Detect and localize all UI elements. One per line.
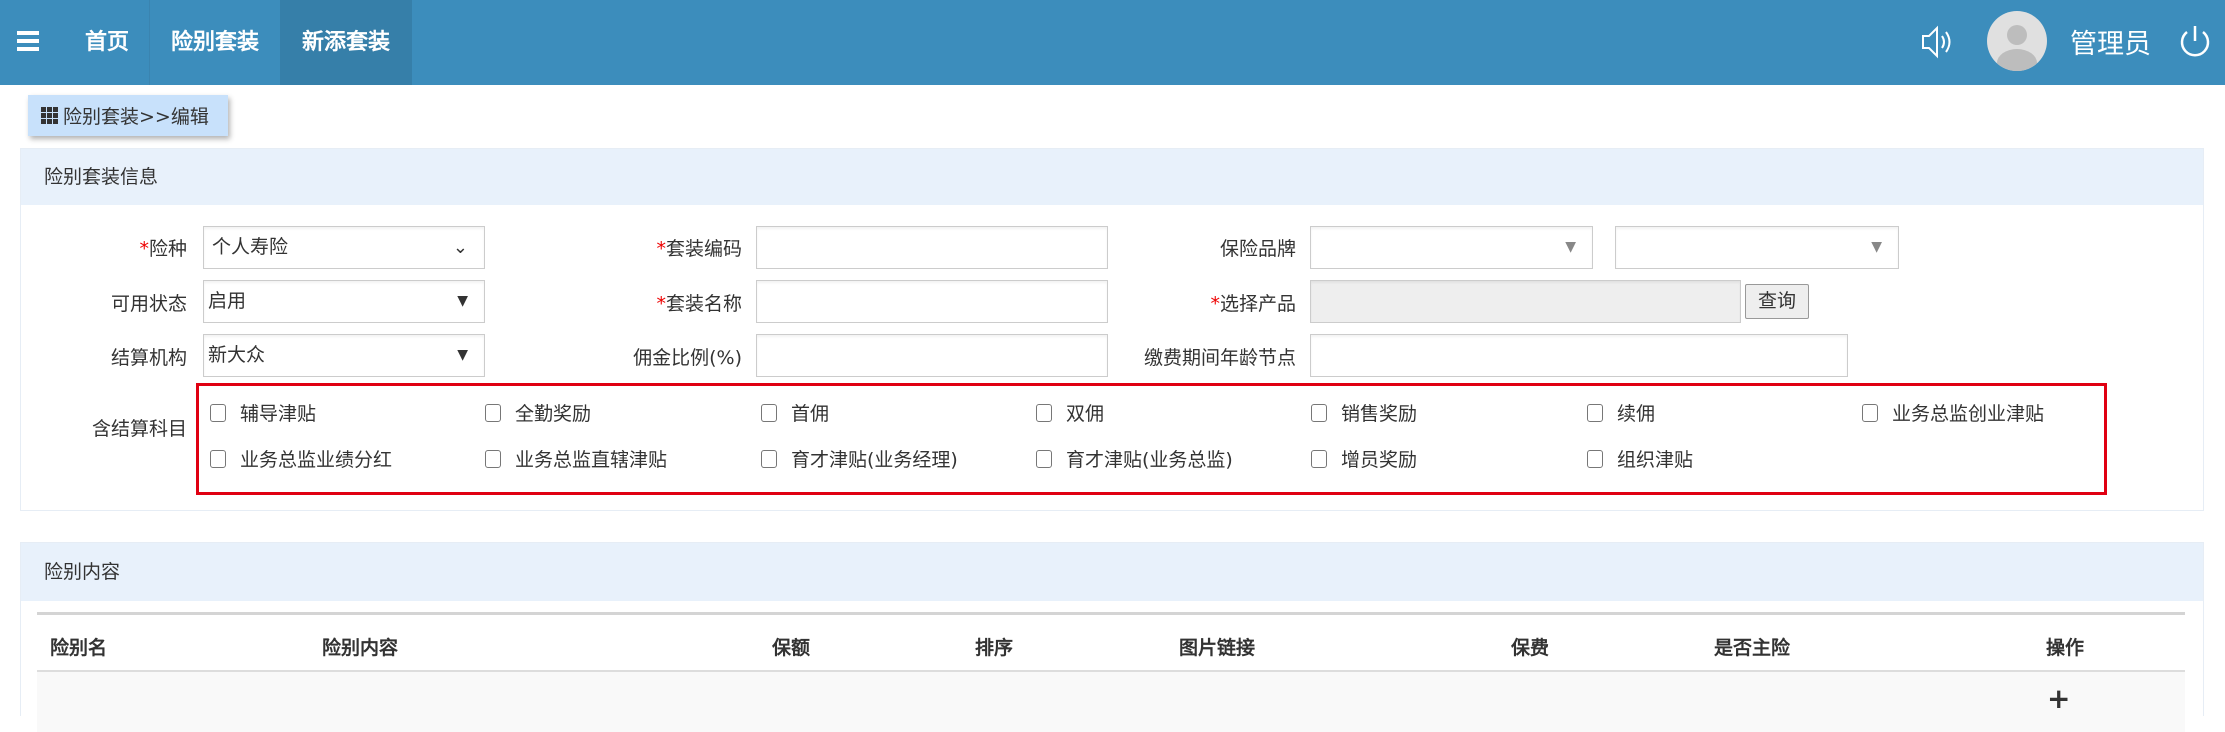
checkbox-label: 业务总监直辖津贴	[515, 449, 668, 471]
product-label: *选择产品	[1210, 293, 1296, 315]
checkbox-label: 销售奖励	[1341, 403, 1418, 425]
column-header: 险别名	[50, 637, 108, 659]
status-select[interactable]: 启用 ▼	[203, 280, 485, 323]
nav-new-package[interactable]: 新添套装	[280, 0, 412, 85]
checkbox-label: 业务总监业绩分红	[240, 449, 393, 471]
subject-checkbox[interactable]: 全勤奖励	[485, 399, 591, 426]
checkbox[interactable]	[1862, 403, 1878, 422]
name-label: *套装名称	[656, 293, 742, 315]
risk-content-table: 险别名 险别内容 保额 排序 图片链接 保费 是否主险 操作 +	[37, 612, 2185, 732]
commission-input[interactable]	[756, 334, 1108, 377]
power-icon[interactable]	[2178, 24, 2212, 60]
checkbox-label: 辅导津贴	[240, 403, 317, 425]
checkbox[interactable]	[210, 449, 226, 468]
checkbox[interactable]	[1036, 449, 1052, 468]
brand-sub-select[interactable]: ▼	[1615, 226, 1899, 269]
nav-risk-package[interactable]: 险别套装	[150, 0, 280, 85]
subjects-label: 含结算科目	[91, 418, 187, 440]
checkbox[interactable]	[1311, 449, 1327, 468]
subject-checkbox[interactable]: 育才津贴(业务总监)	[1036, 445, 1233, 472]
checkbox[interactable]	[761, 449, 777, 468]
avatar[interactable]	[1987, 11, 2047, 71]
subject-checkbox[interactable]: 增员奖励	[1311, 445, 1417, 472]
grid-icon	[41, 107, 58, 124]
subject-checkbox[interactable]: 组织津贴	[1587, 445, 1693, 472]
column-header: 图片链接	[1179, 637, 1256, 659]
column-header: 操作	[2046, 637, 2085, 659]
checkbox-label: 育才津贴(业务总监)	[1066, 449, 1233, 471]
checkbox[interactable]	[1587, 403, 1603, 422]
column-header: 保费	[1511, 637, 1550, 659]
checkbox[interactable]	[485, 403, 501, 422]
code-label: *套装编码	[656, 238, 742, 260]
checkbox[interactable]	[761, 403, 777, 422]
subject-checkbox[interactable]: 销售奖励	[1311, 399, 1417, 426]
caret-down-icon: ▼	[1871, 239, 1882, 255]
subject-checkbox[interactable]: 育才津贴(业务经理)	[761, 445, 958, 472]
speaker-icon[interactable]	[1920, 24, 1956, 60]
commission-label: 佣金比例(%)	[633, 347, 742, 369]
age-node-label: 缴费期间年龄节点	[1143, 347, 1296, 369]
checkbox-label: 双佣	[1066, 403, 1105, 425]
subject-checkbox[interactable]: 辅导津贴	[210, 399, 316, 426]
org-label: 结算机构	[110, 347, 187, 369]
subject-checkbox[interactable]: 业务总监直辖津贴	[485, 445, 667, 472]
query-button[interactable]: 查询	[1745, 284, 1809, 319]
checkbox[interactable]	[1311, 403, 1327, 422]
column-header: 保额	[772, 637, 811, 659]
subject-checkbox[interactable]: 业务总监业绩分红	[210, 445, 392, 472]
breadcrumb: 险别套装>>编辑	[28, 95, 228, 136]
column-header: 是否主险	[1714, 637, 1791, 659]
risk-type-label: *险种	[139, 238, 187, 260]
brand-select[interactable]: ▼	[1310, 226, 1593, 269]
column-header: 排序	[975, 637, 1014, 659]
risk-type-select[interactable]: 个人寿险 ⌄	[203, 226, 485, 269]
checkbox-label: 业务总监创业津贴	[1892, 403, 2045, 425]
menu-toggle-icon[interactable]	[17, 31, 39, 52]
org-select[interactable]: 新大众 ▼	[203, 334, 485, 377]
panel-title: 险别内容	[21, 543, 2203, 601]
checkbox-label: 组织津贴	[1617, 449, 1694, 471]
checkbox[interactable]	[1587, 449, 1603, 468]
subject-checkbox[interactable]: 业务总监创业津贴	[1862, 399, 2044, 426]
subject-checkbox[interactable]: 双佣	[1036, 399, 1104, 426]
checkbox[interactable]	[1036, 403, 1052, 422]
add-row-icon[interactable]: +	[2047, 682, 2070, 715]
table-header: 险别名 险别内容 保额 排序 图片链接 保费 是否主险 操作	[37, 615, 2185, 672]
checkbox-label: 增员奖励	[1341, 449, 1418, 471]
checkbox-label: 全勤奖励	[515, 403, 592, 425]
chevron-down-icon: ⌄	[452, 237, 468, 258]
brand-label: 保险品牌	[1219, 238, 1296, 260]
caret-down-icon: ▼	[457, 293, 468, 309]
panel-title: 险别套装信息	[21, 149, 2203, 205]
caret-down-icon: ▼	[1565, 239, 1576, 255]
status-label: 可用状态	[110, 293, 187, 315]
nav-home[interactable]: 首页	[85, 0, 129, 85]
column-header: 险别内容	[322, 637, 399, 659]
code-input[interactable]	[756, 226, 1108, 269]
checkbox[interactable]	[485, 449, 501, 468]
subject-checkbox[interactable]: 首佣	[761, 399, 829, 426]
caret-down-icon: ▼	[457, 347, 468, 363]
top-navbar: 首页 险别套装 新添套装 管理员	[0, 0, 2225, 85]
checkbox[interactable]	[210, 403, 226, 422]
checkbox-label: 首佣	[791, 403, 830, 425]
product-input	[1310, 280, 1741, 323]
name-input[interactable]	[756, 280, 1108, 323]
checkbox-label: 育才津贴(业务经理)	[791, 449, 958, 471]
checkbox-label: 续佣	[1617, 403, 1656, 425]
breadcrumb-text: 险别套装>>编辑	[63, 106, 209, 128]
table-row: +	[37, 672, 2185, 732]
age-node-input[interactable]	[1310, 334, 1848, 377]
subject-checkbox[interactable]: 续佣	[1587, 399, 1655, 426]
username[interactable]: 管理员	[2070, 22, 2151, 61]
subjects-highlight-box	[196, 383, 2107, 495]
